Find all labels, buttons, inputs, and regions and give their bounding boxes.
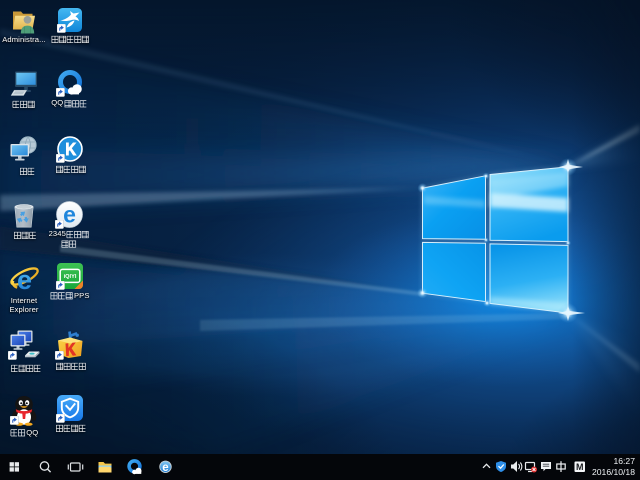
svg-text:M: M xyxy=(576,462,584,472)
svg-text:e: e xyxy=(63,202,76,228)
svg-text:iQIYI: iQIYI xyxy=(63,274,76,280)
svg-text:e: e xyxy=(16,265,31,295)
svg-text:e: e xyxy=(162,462,168,474)
